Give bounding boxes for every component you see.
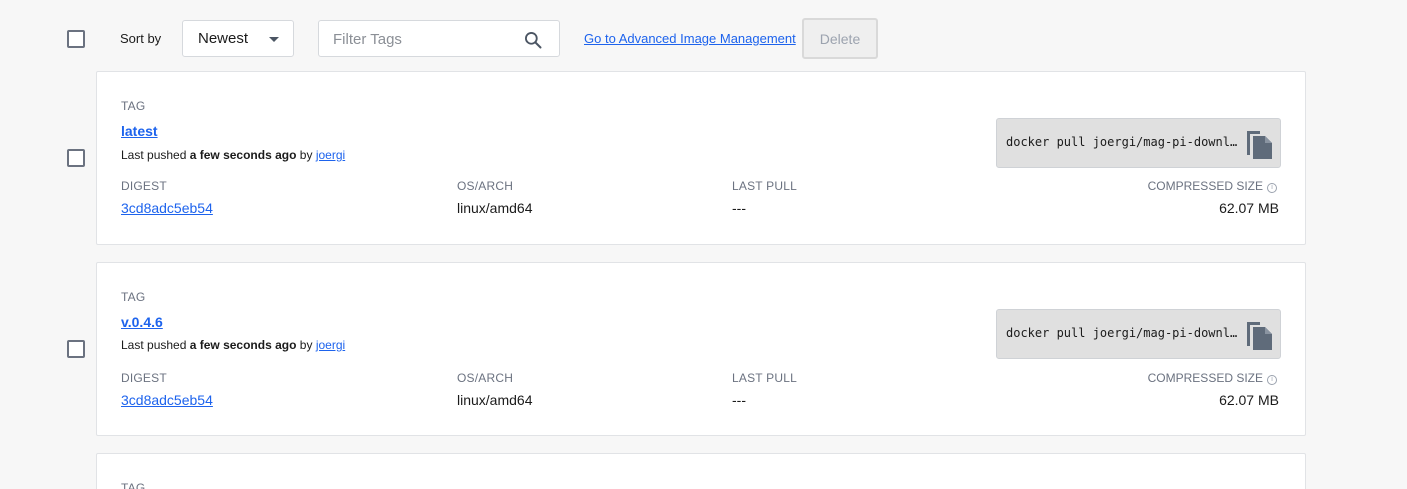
caret-down-icon: [269, 37, 279, 42]
os-arch-value: linux/amd64: [457, 200, 533, 216]
sort-select[interactable]: Newest: [182, 20, 294, 57]
row-checkbox[interactable]: [67, 149, 85, 167]
pushed-by-link[interactable]: joergi: [316, 148, 345, 162]
os-arch-label: OS/ARCH: [457, 371, 514, 385]
tag-card: TAG latest Last pushed a few seconds ago…: [96, 71, 1306, 245]
compressed-size-value: 62.07 MB: [1219, 200, 1279, 216]
pushed-when: a few seconds ago: [189, 148, 297, 162]
compressed-size-label: COMPRESSED SIZE i: [1148, 179, 1277, 193]
tag-label: TAG: [121, 99, 146, 113]
tag-label: TAG: [121, 481, 146, 489]
filter-tags-field: [318, 20, 560, 57]
delete-button[interactable]: Delete: [802, 18, 878, 59]
digest-label: DIGEST: [121, 179, 167, 193]
pull-command-text: docker pull joergi/mag-pi-downl…: [1006, 135, 1238, 149]
sort-by-label: Sort by: [120, 31, 162, 46]
compressed-size-label: COMPRESSED SIZE i: [1148, 371, 1277, 385]
row-checkbox[interactable]: [67, 340, 85, 358]
sort-select-value: Newest: [198, 30, 249, 47]
last-pushed-prefix: Last pushed: [121, 338, 187, 352]
filter-tags-input[interactable]: [333, 28, 513, 50]
digest-link[interactable]: 3cd8adc5eb54: [121, 200, 213, 216]
tag-name-link[interactable]: latest: [121, 123, 158, 139]
select-all-checkbox[interactable]: [67, 30, 85, 48]
by-text: by: [299, 338, 313, 352]
last-pushed-text: Last pushed a few seconds ago by joergi: [121, 148, 345, 162]
copy-icon[interactable]: [1244, 318, 1274, 352]
info-icon[interactable]: i: [1267, 183, 1277, 193]
pull-command-text: docker pull joergi/mag-pi-downl…: [1006, 326, 1238, 340]
last-pushed-text: Last pushed a few seconds ago by joergi: [121, 338, 345, 352]
tag-name-link[interactable]: v.0.4.6: [121, 314, 163, 330]
compressed-size-text: COMPRESSED SIZE: [1147, 179, 1263, 193]
search-icon[interactable]: [523, 30, 543, 50]
copy-icon[interactable]: [1244, 127, 1274, 161]
pull-command-box: docker pull joergi/mag-pi-downl…: [996, 309, 1281, 359]
last-pull-value: ---: [732, 392, 746, 408]
pushed-by-link[interactable]: joergi: [316, 338, 345, 352]
last-pull-label: LAST PULL: [732, 371, 797, 385]
os-arch-label: OS/ARCH: [457, 179, 514, 193]
advanced-image-management-link[interactable]: Go to Advanced Image Management: [584, 31, 796, 46]
last-pull-value: ---: [732, 200, 746, 216]
compressed-size-value: 62.07 MB: [1219, 392, 1279, 408]
tag-card: TAG v.0.4.6 Last pushed a few seconds ag…: [96, 262, 1306, 436]
compressed-size-text: COMPRESSED SIZE: [1147, 371, 1263, 385]
pull-command-box: docker pull joergi/mag-pi-downl…: [996, 118, 1281, 168]
tag-card: TAG: [96, 453, 1306, 489]
digest-link[interactable]: 3cd8adc5eb54: [121, 392, 213, 408]
digest-label: DIGEST: [121, 371, 167, 385]
os-arch-value: linux/amd64: [457, 392, 533, 408]
info-icon[interactable]: i: [1267, 375, 1277, 385]
tag-label: TAG: [121, 290, 146, 304]
pushed-when: a few seconds ago: [189, 338, 297, 352]
last-pull-label: LAST PULL: [732, 179, 797, 193]
by-text: by: [299, 148, 313, 162]
last-pushed-prefix: Last pushed: [121, 148, 187, 162]
